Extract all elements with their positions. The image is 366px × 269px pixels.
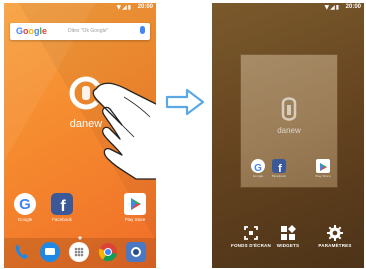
svg-text:f: f bbox=[60, 198, 66, 215]
facebook-icon: f bbox=[51, 193, 73, 215]
app-label: Facebook bbox=[271, 174, 287, 178]
svg-text:f: f bbox=[278, 163, 282, 174]
app-label: Play Store bbox=[315, 174, 331, 178]
google-icon: G bbox=[251, 159, 265, 174]
phone-icon[interactable] bbox=[12, 242, 32, 262]
widgets-option[interactable]: WIDGETS bbox=[263, 225, 313, 248]
apps-drawer-icon[interactable] bbox=[69, 242, 89, 262]
home-edit-screen: ▼◢▮ 20:00 danew G Google f Facebook Play… bbox=[212, 3, 364, 268]
camera-icon[interactable] bbox=[126, 242, 146, 262]
microphone-icon[interactable] bbox=[140, 26, 145, 34]
status-time: 20:00 bbox=[345, 4, 361, 10]
home-screen: ▼◢▮ 20:00 Google Dites "Ok Google" danew… bbox=[4, 3, 156, 268]
app-label: Facebook bbox=[52, 217, 72, 222]
messages-icon[interactable] bbox=[40, 242, 60, 262]
gear-icon bbox=[310, 225, 360, 241]
google-logo: Google bbox=[16, 26, 47, 36]
google-icon: G bbox=[14, 193, 36, 215]
svg-text:G: G bbox=[19, 196, 31, 213]
option-label: PARAMÈTRES bbox=[318, 243, 352, 248]
widgets-icon bbox=[263, 225, 313, 241]
settings-option[interactable]: PARAMÈTRES bbox=[310, 225, 360, 248]
play-store-icon bbox=[316, 159, 330, 173]
svg-text:G: G bbox=[254, 163, 262, 174]
status-time: 20:00 bbox=[137, 4, 153, 10]
google-logo-letter: G bbox=[16, 26, 24, 36]
status-bar: ▼◢▮ 20:00 bbox=[212, 3, 364, 13]
facebook-app[interactable]: f Facebook bbox=[47, 193, 77, 222]
chrome-icon[interactable] bbox=[98, 242, 118, 262]
status-bar: ▼◢▮ 20:00 bbox=[4, 3, 156, 13]
facebook-app: f Facebook bbox=[267, 159, 291, 178]
app-label: Google bbox=[17, 217, 33, 222]
search-hint: Dites "Ok Google" bbox=[68, 28, 109, 34]
play-store-app: Play Store bbox=[311, 159, 335, 178]
home-page-preview[interactable]: danew G Google f Facebook Play Store bbox=[241, 55, 337, 187]
google-logo-letter: e bbox=[42, 26, 48, 36]
transition-arrow-icon bbox=[165, 88, 205, 116]
app-label: Play Store bbox=[124, 217, 146, 222]
google-search-bar[interactable]: Google Dites "Ok Google" bbox=[10, 23, 150, 40]
option-label: WIDGETS bbox=[276, 243, 300, 248]
play-store-icon bbox=[124, 193, 146, 215]
status-icons: ▼◢▮ bbox=[116, 4, 132, 11]
hand-press-icon bbox=[92, 82, 156, 180]
danew-logo: danew bbox=[277, 97, 301, 135]
facebook-icon: f bbox=[272, 159, 286, 175]
google-app[interactable]: G Google bbox=[10, 193, 40, 222]
brand-text: danew bbox=[277, 126, 301, 135]
play-store-app[interactable]: Play Store bbox=[120, 193, 150, 222]
status-icons: ▼◢▮ bbox=[324, 4, 340, 11]
